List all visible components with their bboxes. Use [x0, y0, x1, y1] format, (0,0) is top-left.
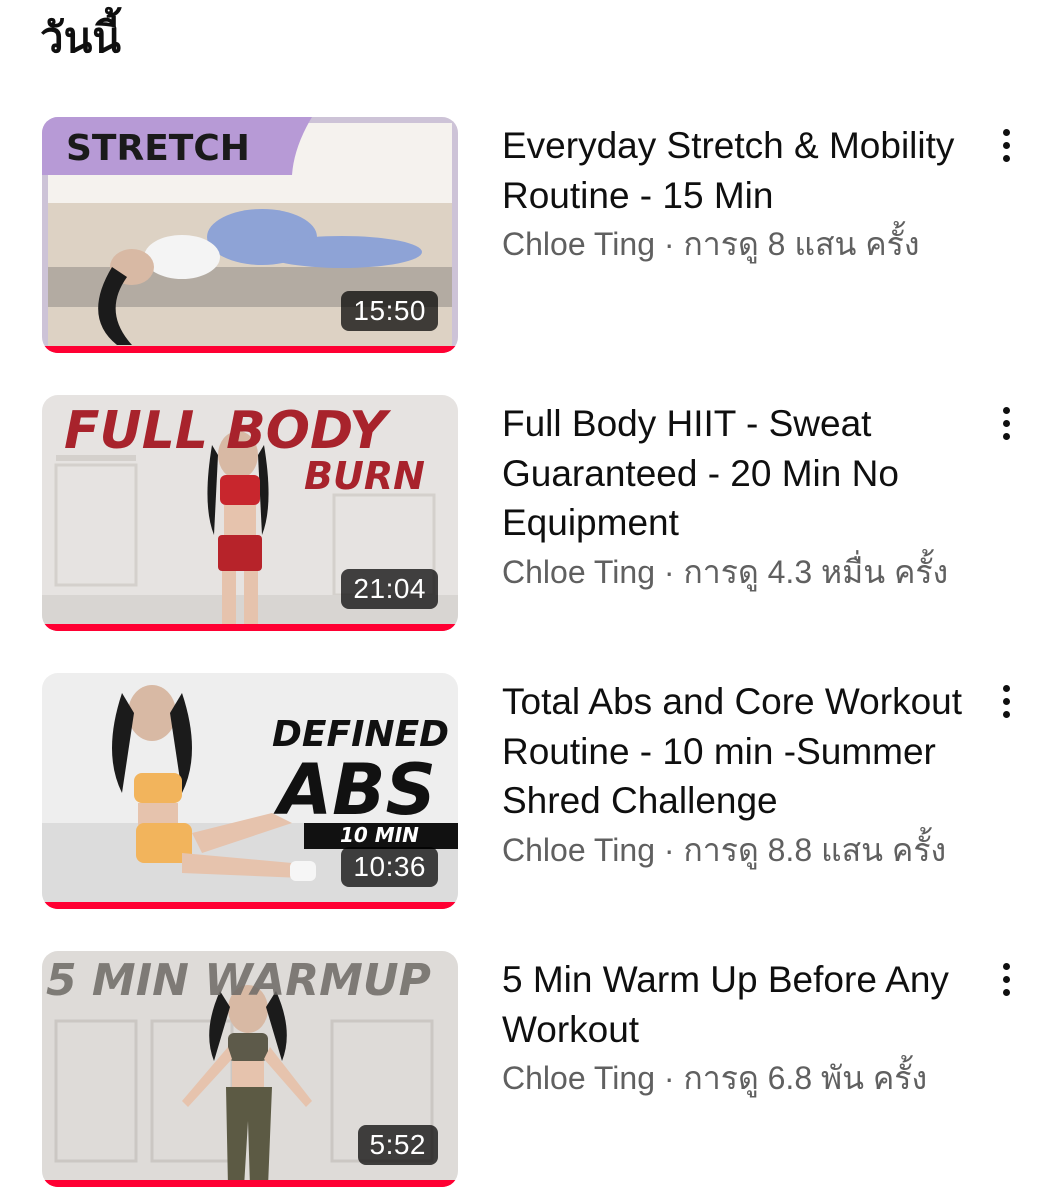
channel-name[interactable]: Chloe Ting	[502, 832, 655, 868]
video-thumbnail[interactable]: FULL BODY BURN 21:04	[42, 395, 458, 631]
thumbnail-caption-tertiary: 10 MIN	[340, 823, 419, 847]
meta-separator: ·	[654, 553, 684, 590]
thumbnail-caption: DEFINED	[272, 714, 450, 755]
view-count: การดู 4.3 หมื่น ครั้ง	[683, 553, 949, 590]
video-subtitle: Chloe Ting · การดู 8.8 แสน ครั้ง	[502, 828, 982, 872]
video-meta: 5 Min Warm Up Before Any Workout Chloe T…	[502, 955, 982, 1100]
watch-progress-fill	[42, 902, 458, 909]
meta-separator: ·	[654, 831, 684, 868]
video-title[interactable]: Total Abs and Core Workout Routine - 10 …	[502, 677, 982, 826]
thumbnail-caption: FULL BODY	[64, 401, 387, 461]
video-thumbnail[interactable]: STRETCH 15:50	[42, 117, 458, 353]
more-vertical-icon[interactable]	[990, 125, 1022, 165]
channel-name[interactable]: Chloe Ting	[502, 1060, 655, 1096]
duration-badge: 15:50	[341, 291, 438, 331]
video-subtitle: Chloe Ting · การดู 4.3 หมื่น ครั้ง	[502, 550, 982, 594]
duration-badge: 10:36	[341, 847, 438, 887]
watch-progress-bar	[42, 902, 458, 909]
view-count: การดู 8.8 แสน ครั้ง	[683, 831, 947, 868]
watch-progress-bar	[42, 1180, 458, 1187]
history-page: วันนี้ STRETCH 15:50 Everyday Stretch & …	[0, 0, 1048, 1200]
video-meta: Everyday Stretch & Mobility Routine - 15…	[502, 121, 982, 266]
meta-separator: ·	[654, 226, 684, 262]
thumbnail-caption-secondary: ABS	[278, 749, 436, 831]
duration-badge: 5:52	[357, 1125, 438, 1165]
thumbnail-caption: STRETCH	[66, 128, 250, 169]
video-title[interactable]: Everyday Stretch & Mobility Routine - 15…	[502, 121, 982, 220]
video-item: FULL BODY BURN 21:04 Full Body HIIT - Sw…	[0, 395, 1048, 635]
more-vertical-icon[interactable]	[990, 959, 1022, 999]
video-thumbnail[interactable]: DEFINED ABS 10 MIN 10:36	[42, 673, 458, 909]
view-count: การดู 8 แสน ครั้ง	[683, 226, 920, 262]
video-meta: Total Abs and Core Workout Routine - 10 …	[502, 677, 982, 872]
channel-name[interactable]: Chloe Ting	[502, 226, 655, 262]
watch-progress-bar	[42, 346, 458, 353]
video-meta: Full Body HIIT - Sweat Guaranteed - 20 M…	[502, 399, 982, 594]
view-count: การดู 6.8 พัน ครั้ง	[683, 1060, 928, 1096]
watch-progress-fill	[42, 346, 458, 353]
video-title[interactable]: Full Body HIIT - Sweat Guaranteed - 20 M…	[502, 399, 982, 548]
video-title[interactable]: 5 Min Warm Up Before Any Workout	[502, 955, 982, 1054]
more-vertical-icon[interactable]	[990, 681, 1022, 721]
video-item: 5 MIN WARMUP 5:52 5 Min Warm Up Before A…	[0, 951, 1048, 1191]
watch-progress-bar	[42, 624, 458, 631]
channel-name[interactable]: Chloe Ting	[502, 554, 655, 590]
section-title-today: วันนี้	[40, 13, 122, 62]
thumbnail-caption-secondary: BURN	[304, 454, 425, 498]
video-item: DEFINED ABS 10 MIN 10:36 Total Abs and C…	[0, 673, 1048, 913]
watch-progress-fill	[42, 624, 458, 631]
video-thumbnail[interactable]: 5 MIN WARMUP 5:52	[42, 951, 458, 1187]
video-item: STRETCH 15:50 Everyday Stretch & Mobilit…	[0, 117, 1048, 357]
more-vertical-icon[interactable]	[990, 403, 1022, 443]
thumbnail-caption: 5 MIN WARMUP	[46, 955, 431, 1006]
meta-separator: ·	[654, 1060, 684, 1096]
watch-progress-fill	[42, 1180, 458, 1187]
video-subtitle: Chloe Ting · การดู 8 แสน ครั้ง	[502, 222, 982, 266]
video-subtitle: Chloe Ting · การดู 6.8 พัน ครั้ง	[502, 1056, 982, 1100]
duration-badge: 21:04	[341, 569, 438, 609]
